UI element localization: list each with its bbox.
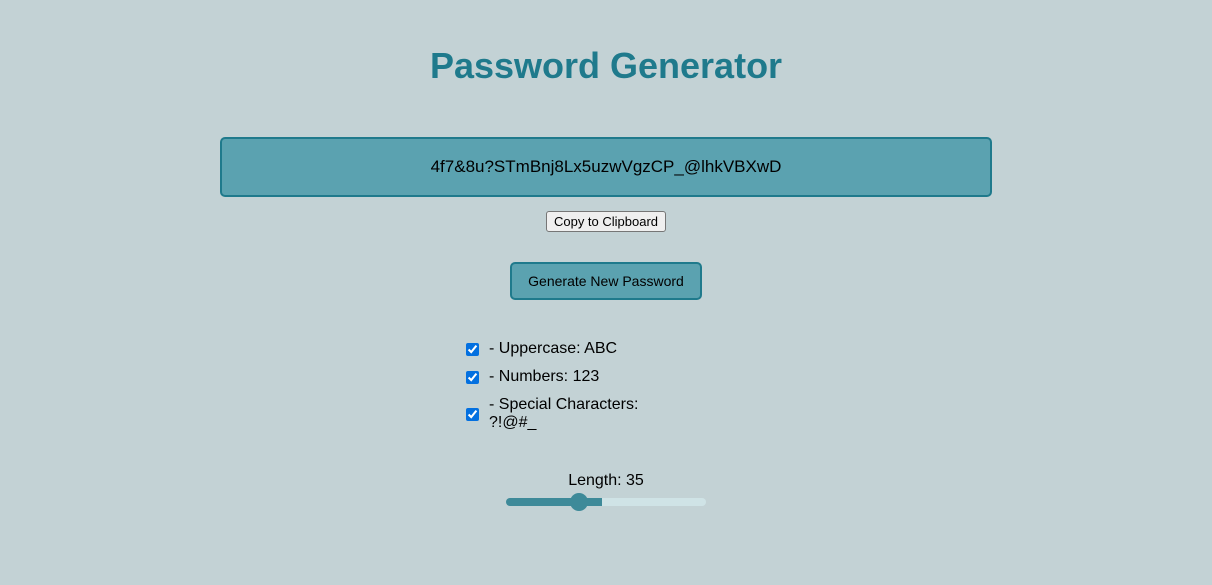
page-title: Password Generator	[430, 45, 782, 87]
uppercase-checkbox[interactable]	[466, 343, 479, 356]
options-group: - Uppercase: ABC - Numbers: 123 - Specia…	[466, 340, 686, 432]
uppercase-label: - Uppercase: ABC	[489, 340, 617, 358]
special-label: - Special Characters: ?!@#_	[489, 396, 686, 432]
numbers-label: - Numbers: 123	[489, 368, 599, 386]
password-display: 4f7&8u?STmBnj8Lx5uzwVgzCP_@lhkVBXwD	[220, 137, 992, 197]
length-section: Length: 35	[506, 472, 706, 506]
length-label: Length: 35	[568, 472, 644, 490]
special-checkbox[interactable]	[466, 408, 479, 421]
option-uppercase[interactable]: - Uppercase: ABC	[466, 340, 686, 358]
option-special[interactable]: - Special Characters: ?!@#_	[466, 396, 686, 432]
length-slider[interactable]	[506, 498, 706, 506]
numbers-checkbox[interactable]	[466, 371, 479, 384]
option-numbers[interactable]: - Numbers: 123	[466, 368, 686, 386]
generate-button[interactable]: Generate New Password	[510, 262, 702, 300]
copy-button[interactable]: Copy to Clipboard	[546, 211, 666, 232]
